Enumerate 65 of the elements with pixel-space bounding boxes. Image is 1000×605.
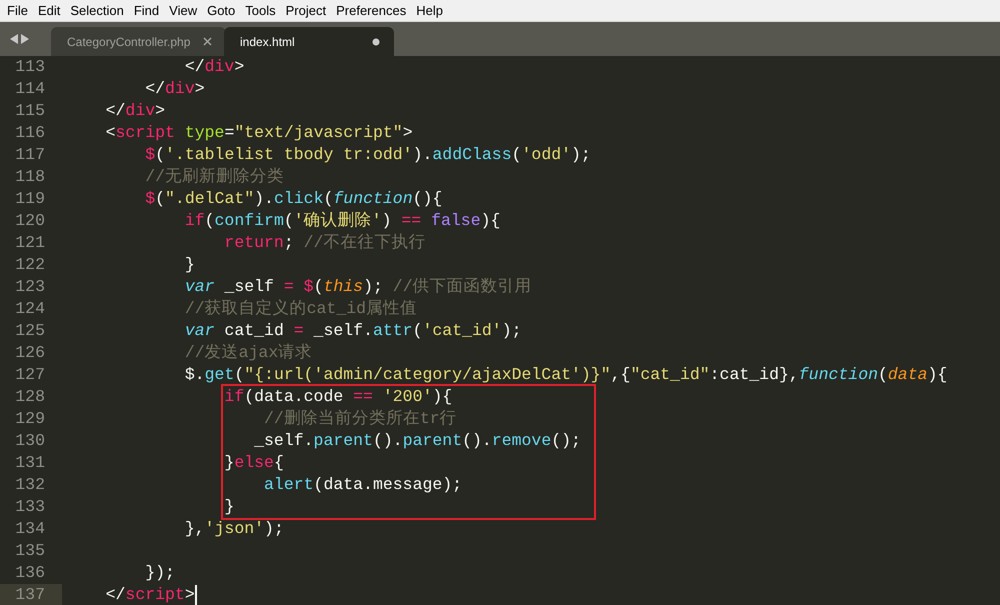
code-line: var _self = $(this); //供下面函数引用 (184, 276, 532, 298)
menu-item[interactable]: Preferences (331, 0, 412, 22)
line-number: 124 (14, 298, 46, 320)
line-number: 137 (0, 584, 62, 605)
line-number: 129 (14, 408, 46, 430)
line-number: 135 (14, 540, 46, 562)
menu-item[interactable]: File (2, 0, 33, 22)
code-line: <script type="text/javascript"> (104, 122, 413, 144)
code-line: return; //不在往下执行 (223, 232, 426, 254)
menu-item[interactable]: Project (280, 0, 332, 22)
code-line: </div> (184, 56, 244, 78)
menu-item[interactable]: Find (128, 0, 164, 22)
line-number: 128 (14, 386, 46, 408)
line-number: 122 (14, 254, 46, 276)
code-line: alert(data.message); (263, 474, 462, 496)
forward-arrow-icon[interactable] (21, 34, 29, 44)
menu-item[interactable]: Selection (65, 0, 129, 22)
menu-item[interactable]: Goto (202, 0, 240, 22)
code-line: </div> (104, 100, 166, 122)
file-tab[interactable]: index.html (224, 27, 394, 56)
code-line: if(confirm('确认删除') == false){ (184, 210, 500, 232)
code-line: //获取自定义的cat_id属性值 (184, 298, 418, 320)
line-number: 116 (14, 122, 46, 144)
code-line: //删除当前分类所在tr行 (263, 408, 457, 430)
line-number: 119 (14, 188, 46, 210)
line-number: 115 (14, 100, 46, 122)
menu-item[interactable]: Tools (240, 0, 281, 22)
line-number: 125 (14, 320, 46, 342)
modified-dot-icon (372, 38, 380, 46)
code-line: </div> (144, 78, 205, 100)
line-number: 130 (14, 430, 46, 452)
line-number: 131 (14, 452, 46, 474)
code-line: </script> (104, 584, 195, 605)
code-line: if(data.code == '200'){ (223, 386, 452, 408)
line-number: 120 (14, 210, 46, 232)
code-line: }else{ (223, 452, 284, 474)
line-number: 123 (14, 276, 46, 298)
code-line: $('.tablelist tbody tr:odd').addClass('odd'); (144, 144, 591, 166)
code-line: //无刷新删除分类 (144, 166, 284, 188)
code-line: }); (144, 562, 175, 584)
code-line: _self.parent().parent().remove(); (253, 430, 581, 452)
code-line: var cat_id = _self.attr('cat_id'); (184, 320, 522, 342)
file-tab[interactable]: CategoryController.php (51, 27, 226, 56)
menu-item[interactable]: Edit (32, 0, 66, 22)
line-number: 118 (14, 166, 46, 188)
code-line: $(".delCat").click(function(){ (144, 188, 442, 210)
code-line: //发送ajax请求 (184, 342, 312, 364)
line-number: 113 (14, 56, 46, 78)
line-number: 133 (14, 496, 46, 518)
code-line: } (184, 254, 195, 276)
menu-item[interactable]: Help (411, 0, 448, 22)
back-arrow-icon[interactable] (10, 34, 18, 44)
line-number: 132 (14, 474, 46, 496)
code-line: $.get("{:url('admin/category/ajaxDelCat')}",{"cat_id":cat_id},function(data){ (184, 364, 948, 386)
line-number: 114 (14, 78, 46, 100)
line-number: 136 (14, 562, 46, 584)
line-number: 134 (14, 518, 46, 540)
line-number: 126 (14, 342, 46, 364)
line-number: 121 (14, 232, 46, 254)
menu-item[interactable]: View (164, 0, 202, 22)
line-number: 127 (14, 364, 46, 386)
close-icon[interactable] (203, 37, 212, 46)
code-line: },'json'); (184, 518, 284, 540)
code-line: } (223, 496, 234, 518)
line-number: 117 (14, 144, 46, 166)
